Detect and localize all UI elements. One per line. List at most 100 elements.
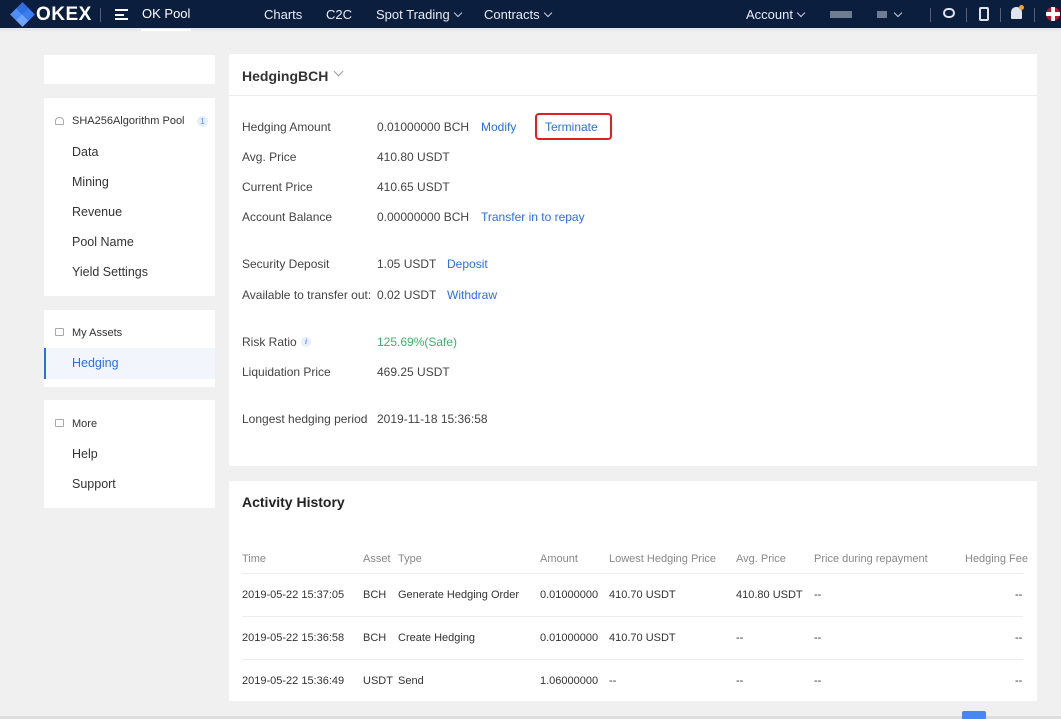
column-header-avg-price: Avg. Price bbox=[736, 553, 786, 565]
security-deposit-label: Security Deposit bbox=[242, 257, 330, 271]
longest-period-label: Longest hedging period bbox=[242, 412, 368, 426]
cell-lowest-price: 410.70 USDT bbox=[609, 632, 676, 644]
cell-type: Send bbox=[398, 675, 424, 687]
nav-link-charts[interactable]: Charts bbox=[264, 7, 302, 22]
nav-link-contracts[interactable]: Contracts bbox=[484, 7, 552, 22]
okex-logo-icon bbox=[10, 2, 36, 27]
sidebar-item-mining[interactable]: Mining bbox=[72, 175, 109, 189]
sidebar-group-title: My Assets bbox=[72, 327, 123, 339]
uk-flag-icon[interactable] bbox=[1046, 7, 1060, 21]
sidebar-item-hedging[interactable]: Hedging bbox=[44, 348, 215, 379]
hedging-title[interactable]: HedgingBCH bbox=[242, 68, 328, 84]
nav-link-c2c[interactable]: C2C bbox=[326, 7, 352, 22]
cell-repayment-price: -- bbox=[814, 632, 822, 644]
avg-price-value: 410.80 USDT bbox=[377, 150, 450, 164]
row-divider bbox=[242, 616, 1023, 617]
cell-type: Generate Hedging Order bbox=[398, 589, 520, 601]
chevron-down-icon bbox=[796, 8, 806, 18]
hedging-card: HedgingBCH Hedging Amount 0.01000000 BCH… bbox=[229, 54, 1037, 466]
logo-text: OKEX bbox=[36, 4, 92, 25]
mobile-app-icon[interactable] bbox=[979, 7, 989, 21]
cell-time: 2019-05-22 15:36:49 bbox=[242, 675, 345, 687]
cell-avg-price: -- bbox=[736, 632, 744, 644]
scroll-indicator[interactable] bbox=[962, 711, 986, 719]
sidebar-group-title: SHA256Algorithm Pool bbox=[72, 115, 185, 127]
info-icon[interactable]: i bbox=[301, 337, 311, 347]
column-header-hedging-fee: Hedging Fee bbox=[965, 553, 1028, 565]
hedging-amount-label: Hedging Amount bbox=[242, 120, 331, 134]
cell-hedging-fee: -- bbox=[1015, 675, 1023, 687]
terminate-link[interactable]: Terminate bbox=[545, 120, 598, 134]
available-transfer-label: Available to transfer out: bbox=[242, 288, 372, 302]
cell-time: 2019-05-22 15:36:58 bbox=[242, 632, 345, 644]
security-deposit-value: 1.05 USDT bbox=[377, 257, 437, 271]
chevron-down-icon bbox=[453, 8, 462, 18]
divider bbox=[229, 95, 1037, 96]
deposit-link[interactable]: Deposit bbox=[447, 257, 488, 271]
available-transfer-value: 0.02 USDT bbox=[377, 288, 437, 302]
notification-dot bbox=[1019, 5, 1024, 10]
nav-separator bbox=[966, 8, 967, 22]
sidebar-item-pool-name[interactable]: Pool Name bbox=[72, 235, 134, 249]
cell-type: Create Hedging bbox=[398, 632, 476, 644]
cell-repayment-price: -- bbox=[814, 675, 822, 687]
risk-ratio-label: Risk Ratio bbox=[242, 335, 297, 349]
sidebar-item-yield-settings[interactable]: Yield Settings bbox=[72, 265, 148, 279]
chevron-down-icon bbox=[893, 8, 903, 18]
nav-separator bbox=[1034, 8, 1035, 22]
modify-link[interactable]: Modify bbox=[481, 120, 516, 134]
column-header-type: Type bbox=[398, 553, 422, 565]
chevron-down-icon[interactable] bbox=[333, 66, 344, 77]
sidebar-item-data[interactable]: Data bbox=[72, 145, 98, 159]
account-label: Account bbox=[746, 7, 793, 22]
more-icon bbox=[55, 419, 64, 427]
current-price-label: Current Price bbox=[242, 180, 313, 194]
chat-icon[interactable] bbox=[943, 8, 955, 18]
cell-lowest-price: -- bbox=[609, 675, 617, 687]
liquidation-price-label: Liquidation Price bbox=[242, 365, 331, 379]
sidebar-item-label: Hedging bbox=[72, 356, 119, 370]
chevron-down-icon bbox=[543, 8, 552, 18]
column-header-amount: Amount bbox=[540, 553, 578, 565]
cell-lowest-price: 410.70 USDT bbox=[609, 589, 676, 601]
sidebar-item-support[interactable]: Support bbox=[72, 477, 116, 491]
redacted-asset bbox=[877, 11, 887, 18]
nav-separator bbox=[930, 8, 931, 22]
cell-repayment-price: -- bbox=[814, 589, 822, 601]
transfer-in-link[interactable]: Transfer in to repay bbox=[481, 210, 585, 224]
cell-amount: 0.01000000 bbox=[540, 589, 599, 601]
column-header-repayment-price: Price during repayment bbox=[814, 553, 928, 565]
sidebar-top-card bbox=[44, 55, 215, 84]
sidebar-item-revenue[interactable]: Revenue bbox=[72, 205, 122, 219]
asset-dropdown[interactable] bbox=[890, 7, 903, 22]
cell-amount: 0.01000000 bbox=[540, 632, 599, 644]
nav-link-spot-trading[interactable]: Spot Trading bbox=[376, 7, 462, 22]
avg-price-label: Avg. Price bbox=[242, 150, 297, 164]
nav-tab-ok-pool[interactable]: OK Pool bbox=[141, 6, 192, 31]
sidebar-group-title: More bbox=[72, 418, 98, 430]
cell-amount: 1.06000000 bbox=[540, 675, 599, 687]
nav-account-menu[interactable]: Account bbox=[746, 7, 806, 22]
withdraw-link[interactable]: Withdraw bbox=[447, 288, 497, 302]
column-header-asset: Asset bbox=[363, 553, 391, 565]
cell-time: 2019-05-22 15:37:05 bbox=[242, 589, 345, 601]
longest-period-value: 2019-11-18 15:36:58 bbox=[377, 412, 488, 426]
cell-hedging-fee: -- bbox=[1015, 589, 1023, 601]
cell-avg-price: -- bbox=[736, 675, 744, 687]
menu-icon[interactable] bbox=[115, 9, 128, 20]
column-header-time: Time bbox=[242, 553, 267, 565]
account-balance-label: Account Balance bbox=[242, 210, 333, 224]
cell-asset: BCH bbox=[363, 632, 387, 644]
cell-asset: BCH bbox=[363, 589, 387, 601]
hedging-amount-value: 0.01000000 BCH bbox=[377, 120, 470, 134]
activity-history-card: Activity History Time Asset Type Amount … bbox=[229, 481, 1037, 701]
pool-count-badge: 1 bbox=[197, 116, 208, 127]
cell-avg-price: 410.80 USDT bbox=[736, 589, 803, 601]
redacted-user-id bbox=[830, 11, 852, 18]
activity-history-title: Activity History bbox=[242, 494, 345, 510]
sidebar-assets-group: My Assets Hedging bbox=[44, 310, 215, 387]
sidebar-pool-group: SHA256Algorithm Pool 1 Data Mining Reven… bbox=[44, 98, 215, 296]
okex-logo[interactable]: OKEX bbox=[10, 2, 92, 27]
sidebar-item-help[interactable]: Help bbox=[72, 447, 98, 461]
cell-asset: USDT bbox=[363, 675, 393, 687]
